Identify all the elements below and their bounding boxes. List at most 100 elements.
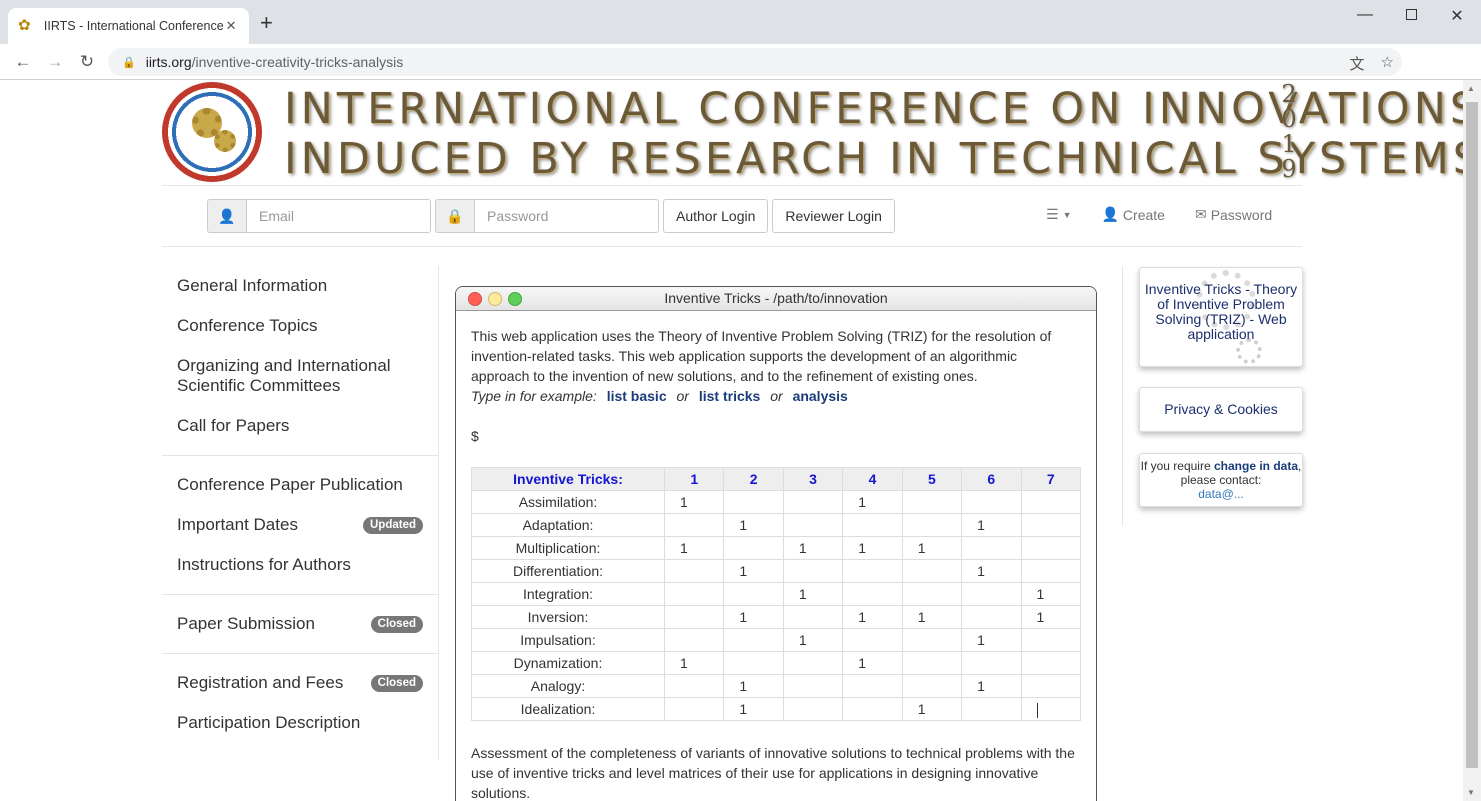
maximize-dot-icon[interactable] (508, 292, 522, 306)
table-cell: 1 (961, 559, 1022, 583)
create-account-link[interactable]: 👤 Create (1101, 206, 1164, 223)
list-menu-dropdown[interactable]: ☰ ▼ (1046, 206, 1071, 223)
url-text: iirts.org/inventive-creativity-tricks-an… (145, 54, 404, 70)
table-row: Differentiation: 1 1 (471, 559, 1082, 583)
minimize-dot-icon[interactable] (488, 292, 502, 306)
table-cell (663, 582, 725, 606)
table-cell: 1 (961, 513, 1022, 537)
command-link-list-basic[interactable]: list basic (607, 388, 667, 404)
terminal-prompt[interactable]: $ (471, 426, 1081, 446)
table-cell (663, 513, 725, 537)
bookmark-star-icon[interactable]: ☆ (1381, 53, 1394, 74)
table-cell (723, 628, 784, 652)
browser-toolbar: ← → ↻ 🔒 iirts.org/inventive-creativity-t… (0, 44, 1481, 115)
maximize-icon[interactable] (1388, 6, 1434, 26)
table-cell: 1 (842, 651, 903, 675)
app-info-card[interactable]: Inventive Tricks - Theory of Inventive P… (1139, 267, 1303, 367)
table-header-row: Inventive Tricks: 1 2 3 4 5 6 7 (471, 467, 1082, 491)
address-bar[interactable]: 🔒 iirts.org/inventive-creativity-tricks-… (108, 48, 1402, 76)
table-cell (961, 490, 1022, 514)
back-arrow-icon[interactable]: ← (11, 51, 35, 73)
table-cell (842, 674, 903, 698)
sidebar-item-call-for-papers[interactable]: Call for Papers (162, 406, 438, 446)
table-cell (901, 559, 963, 583)
column-header: 7 (1020, 467, 1082, 491)
lock-icon: 🔒 (122, 56, 136, 69)
browser-tab[interactable]: ✿ IIRTS - International Conference o ✕ (8, 8, 249, 44)
table-cell (901, 674, 963, 698)
table-cell: 1 (663, 536, 725, 560)
page-scrollbar[interactable]: ▲ ▼ (1463, 80, 1481, 801)
text-caret (1036, 702, 1038, 718)
sidebar-item-general-information[interactable]: General Information (162, 266, 438, 306)
command-link-analysis[interactable]: analysis (793, 388, 848, 404)
forward-arrow-icon[interactable]: → (43, 51, 67, 73)
table-cell (961, 605, 1022, 629)
column-header: 2 (723, 467, 784, 491)
row-label: Differentiation: (471, 559, 665, 583)
author-login-button[interactable]: Author Login (663, 199, 769, 233)
right-column: Inventive Tricks - Theory of Inventive P… (1122, 266, 1303, 526)
table-cell (842, 628, 903, 652)
table-row: Idealization: 1 1 (471, 697, 1082, 721)
minimize-icon[interactable]: — (1342, 6, 1388, 26)
new-tab-button[interactable]: + (260, 12, 273, 34)
sidebar-item-conference-topics[interactable]: Conference Topics (162, 306, 438, 346)
table-row: Multiplication: 1 1 1 1 (471, 536, 1082, 560)
contact-email-link[interactable]: data@... (1198, 487, 1244, 501)
column-header: 5 (901, 467, 963, 491)
tab-close-icon[interactable]: ✕ (223, 18, 239, 34)
row-label: Assimilation: (471, 490, 665, 514)
table-row: Impulsation: 1 1 (471, 628, 1082, 652)
email-field[interactable] (246, 199, 431, 233)
row-label: Dynamization: (471, 651, 665, 675)
sidebar-item-paper-publication[interactable]: Conference Paper Publication (162, 465, 438, 505)
table-row: Adaptation: 1 1 (471, 513, 1082, 537)
row-label: Adaptation: (471, 513, 665, 537)
left-sidebar: General Information Conference Topics Or… (162, 266, 439, 760)
table-row: Inversion: 1 1 1 1 (471, 605, 1082, 629)
login-bar: 👤 🔒 Author Login Reviewer Login (207, 199, 895, 233)
table-cell: 1 (782, 536, 844, 560)
password-field[interactable] (474, 199, 659, 233)
reset-password-link[interactable]: ✉ Password (1195, 206, 1272, 223)
table-header-label: Inventive Tricks: (471, 467, 665, 491)
scroll-down-icon[interactable]: ▼ (1467, 788, 1475, 797)
sidebar-item-participation[interactable]: Participation Description (162, 703, 438, 743)
sidebar-item-important-dates[interactable]: Important Dates Updated (162, 505, 438, 545)
sidebar-item-paper-submission[interactable]: Paper Submission Closed (162, 604, 438, 644)
row-label: Integration: (471, 582, 665, 606)
table-cell: 1 (842, 536, 903, 560)
reviewer-login-button[interactable]: Reviewer Login (772, 199, 895, 233)
caret-down-icon: ▼ (1062, 209, 1072, 220)
row-label: Impulsation: (471, 628, 665, 652)
scroll-thumb[interactable] (1466, 102, 1478, 768)
table-cell (901, 651, 963, 675)
close-dot-icon[interactable] (468, 292, 482, 306)
terminal-window[interactable]: Inventive Tricks - /path/to/innovation T… (455, 286, 1097, 801)
column-header: 1 (663, 467, 725, 491)
window-close-icon[interactable]: ✕ (1434, 6, 1480, 26)
privacy-cookies-card[interactable]: Privacy & Cookies (1139, 387, 1303, 432)
status-badge: Closed (370, 615, 423, 633)
table-cell (961, 536, 1022, 560)
sidebar-item-committees[interactable]: Organizing and International Scientific … (162, 346, 438, 406)
table-cell: 1 (723, 559, 784, 583)
command-link-list-tricks[interactable]: list tricks (699, 388, 760, 404)
table-cell (1020, 651, 1082, 675)
column-header: 3 (782, 467, 844, 491)
terminal-titlebar: Inventive Tricks - /path/to/innovation (456, 287, 1096, 311)
row-label: Analogy: (471, 674, 665, 698)
reload-icon[interactable]: ↻ (75, 51, 99, 73)
envelope-icon: ✉ (1194, 206, 1207, 222)
account-links: ☰ ▼ 👤 Create ✉ Password (1046, 206, 1272, 223)
table-cell (842, 559, 903, 583)
sidebar-item-instructions[interactable]: Instructions for Authors (162, 545, 438, 585)
row-label: Multiplication: (471, 536, 665, 560)
row-label: Inversion: (471, 605, 665, 629)
table-cell: 1 (663, 651, 725, 675)
translate-icon[interactable]: 文 (1350, 53, 1365, 74)
scroll-up-icon[interactable]: ▲ (1467, 84, 1475, 93)
sidebar-item-registration[interactable]: Registration and Fees Closed (162, 663, 438, 703)
table-cell (782, 490, 844, 514)
